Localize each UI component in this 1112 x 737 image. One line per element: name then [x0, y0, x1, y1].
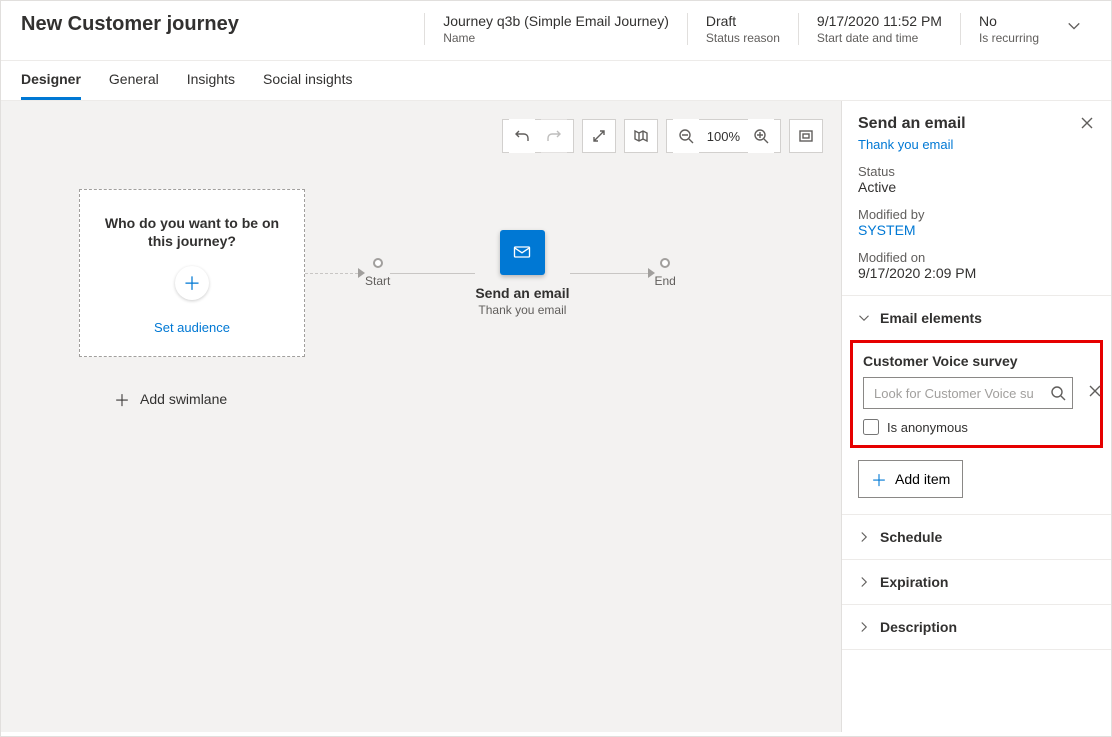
- set-audience-link[interactable]: Set audience: [154, 320, 230, 335]
- canvas-toolbar: 100%: [502, 119, 823, 153]
- panel-record-link[interactable]: Thank you email: [858, 137, 1095, 152]
- meta-start[interactable]: 9/17/2020 11:52 PM Start date and time: [798, 13, 960, 45]
- anonymous-checkbox[interactable]: [863, 419, 879, 435]
- add-item-label: Add item: [895, 471, 950, 487]
- anonymous-label: Is anonymous: [887, 420, 968, 435]
- tab-insights[interactable]: Insights: [187, 71, 235, 100]
- map-icon: [633, 128, 649, 144]
- audience-placeholder[interactable]: Who do you want to be on this journey? ＋…: [79, 189, 305, 357]
- audience-question: Who do you want to be on this journey?: [105, 214, 279, 250]
- status-label: Status: [858, 164, 1095, 179]
- description-head[interactable]: Description: [842, 605, 1111, 649]
- tab-bar: Designer General Insights Social insight…: [1, 61, 1111, 101]
- swimlane: Who do you want to be on this journey? ＋…: [19, 189, 823, 357]
- chevron-down-icon: [1067, 19, 1081, 33]
- schedule-head[interactable]: Schedule: [842, 515, 1111, 559]
- plus-icon: ＋: [183, 270, 201, 296]
- email-elements-label: Email elements: [880, 310, 982, 326]
- redo-button[interactable]: [541, 119, 567, 153]
- undo-redo-group: [502, 119, 574, 153]
- properties-panel: Send an email Thank you email Status Act…: [841, 101, 1111, 732]
- zoom-in-button[interactable]: [748, 119, 774, 153]
- modified-on-label: Modified on: [858, 250, 1095, 265]
- tab-general[interactable]: General: [109, 71, 159, 100]
- add-item-button[interactable]: ＋ Add item: [858, 460, 963, 498]
- meta-name-value: Journey q3b (Simple Email Journey): [443, 13, 669, 29]
- header-meta: Journey q3b (Simple Email Journey) Name …: [424, 13, 1057, 45]
- chevron-right-icon: [858, 531, 870, 543]
- meta-recurring[interactable]: No Is recurring: [960, 13, 1057, 45]
- meta-name[interactable]: Journey q3b (Simple Email Journey) Name: [424, 13, 687, 45]
- audience-q2: this journey?: [148, 233, 236, 249]
- page-title: New Customer journey: [21, 13, 239, 36]
- zoom-level: 100%: [705, 129, 742, 144]
- add-swimlane-label: Add swimlane: [140, 391, 227, 407]
- email-tile[interactable]: Send an email Thank you email: [475, 230, 569, 317]
- survey-lookup-input[interactable]: [874, 386, 1050, 401]
- undo-button[interactable]: [509, 119, 535, 153]
- zoom-out-icon: [678, 128, 694, 144]
- chevron-right-icon: [858, 621, 870, 633]
- close-icon: [1087, 383, 1103, 399]
- end-node: End: [655, 258, 676, 288]
- email-elements-head[interactable]: Email elements: [842, 296, 1111, 340]
- meta-start-label: Start date and time: [817, 31, 942, 45]
- panel-title: Send an email: [858, 115, 1095, 133]
- plus-icon: ＋: [114, 387, 130, 411]
- arrow-icon: [648, 268, 655, 278]
- minimap-button[interactable]: [624, 119, 658, 153]
- email-tile-subtitle: Thank you email: [478, 303, 566, 317]
- fullscreen-button[interactable]: [582, 119, 616, 153]
- designer-canvas[interactable]: 100% Who do you want to be on this journ…: [1, 101, 841, 732]
- close-icon: [1079, 115, 1095, 131]
- chevron-down-icon: [858, 312, 870, 324]
- arrow-icon: [358, 268, 365, 278]
- schedule-label: Schedule: [880, 529, 942, 545]
- email-icon: [512, 242, 532, 262]
- expand-icon: [591, 128, 607, 144]
- meta-status-label: Status reason: [706, 31, 780, 45]
- survey-field-label: Customer Voice survey: [863, 353, 1090, 369]
- zoom-out-button[interactable]: [673, 119, 699, 153]
- add-audience-button[interactable]: ＋: [175, 266, 209, 300]
- start-node: Start: [365, 258, 390, 288]
- modified-by-label: Modified by: [858, 207, 1095, 222]
- search-icon: [1050, 385, 1066, 401]
- survey-lookup[interactable]: [863, 377, 1073, 409]
- meta-status-value: Draft: [706, 13, 780, 29]
- modified-by-value[interactable]: SYSTEM: [858, 222, 1095, 238]
- meta-name-label: Name: [443, 31, 669, 45]
- customer-voice-highlight: Customer Voice survey Is anonymous: [850, 340, 1103, 448]
- anonymous-checkbox-row[interactable]: Is anonymous: [863, 419, 1090, 435]
- meta-recurring-value: No: [979, 13, 1039, 29]
- chevron-right-icon: [858, 576, 870, 588]
- header-expand-button[interactable]: [1057, 13, 1091, 38]
- add-swimlane-button[interactable]: ＋ Add swimlane: [114, 387, 823, 411]
- description-label: Description: [880, 619, 957, 635]
- status-value: Active: [858, 179, 1095, 195]
- audience-q1: Who do you want to be on: [105, 215, 279, 231]
- fit-screen-icon: [798, 128, 814, 144]
- meta-start-value: 9/17/2020 11:52 PM: [817, 13, 942, 29]
- zoom-group: 100%: [666, 119, 781, 153]
- tab-social-insights[interactable]: Social insights: [263, 71, 353, 100]
- survey-clear-button[interactable]: [1083, 379, 1107, 408]
- start-label: Start: [365, 274, 390, 288]
- email-tile-title: Send an email: [475, 285, 569, 301]
- expiration-head[interactable]: Expiration: [842, 560, 1111, 604]
- zoom-in-icon: [753, 128, 769, 144]
- tab-designer[interactable]: Designer: [21, 71, 81, 100]
- panel-close-button[interactable]: [1079, 115, 1095, 136]
- redo-icon: [546, 128, 562, 144]
- plus-icon: ＋: [871, 467, 887, 491]
- expiration-label: Expiration: [880, 574, 948, 590]
- undo-icon: [514, 128, 530, 144]
- modified-on-value: 9/17/2020 2:09 PM: [858, 265, 1095, 281]
- meta-recurring-label: Is recurring: [979, 31, 1039, 45]
- meta-status[interactable]: Draft Status reason: [687, 13, 798, 45]
- end-label: End: [655, 274, 676, 288]
- fit-button[interactable]: [789, 119, 823, 153]
